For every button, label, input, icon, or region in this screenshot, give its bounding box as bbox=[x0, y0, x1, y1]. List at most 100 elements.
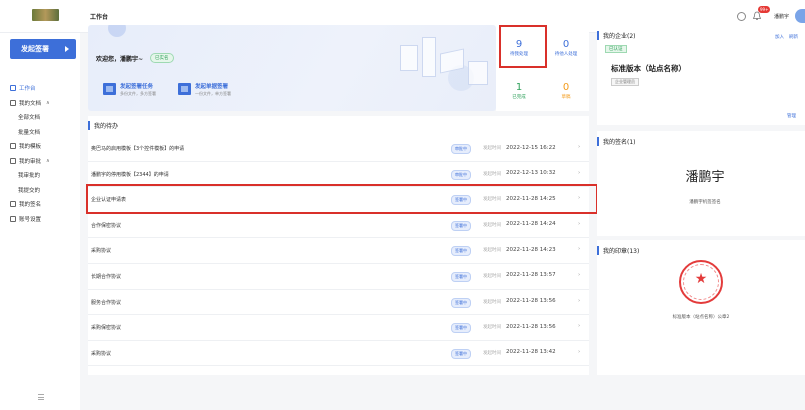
time-label: 发起时间 bbox=[483, 146, 501, 151]
launch-sign-label: 发起签署 bbox=[21, 45, 49, 53]
signature-title: 我的签名(1) bbox=[597, 137, 636, 146]
todo-time: 2022-12-15 16:22 bbox=[506, 144, 556, 151]
todo-row[interactable]: 合作保密协议 签署中 发起时间 2022-11-28 14:24 › bbox=[88, 213, 589, 239]
launch-sign-button[interactable]: 发起签署 bbox=[10, 39, 76, 59]
top-right-tools: 99+ 潘鹏宇 bbox=[736, 6, 805, 26]
seal-caption: 标准版本（站点名称）公章2 bbox=[672, 315, 730, 320]
welcome-greeting: 欢迎您，潘鹏宇~ bbox=[96, 56, 144, 63]
home-icon bbox=[10, 85, 16, 92]
sidebar-item[interactable]: 我的签名 bbox=[0, 197, 80, 212]
time-label: 发起时间 bbox=[483, 325, 501, 331]
verified-badge: 已实名 bbox=[150, 53, 174, 63]
pen-icon bbox=[10, 201, 16, 208]
caret-right-icon bbox=[65, 46, 69, 52]
refresh-link[interactable]: 刷新 bbox=[789, 34, 798, 40]
collapse-menu-icon[interactable] bbox=[38, 394, 44, 400]
sidebar-item[interactable]: 我的审批 ∧ bbox=[0, 154, 80, 169]
folder-icon bbox=[10, 99, 16, 106]
org-name[interactable]: 标准版本（站点名称） bbox=[611, 63, 686, 74]
chevron-right-icon: › bbox=[578, 323, 581, 330]
todo-name: 合作保密协议 bbox=[91, 222, 122, 229]
todo-time: 2022-11-28 13:42 bbox=[506, 349, 556, 356]
status-badge: 签署中 bbox=[451, 348, 471, 359]
sidebar: 发起签署 工作台 我的文档 ∧ 全部文档 批量文档 我的模板 我的审批 ∧ 我审批的 我提交的 我的… bbox=[0, 33, 80, 410]
sidebar-item[interactable]: 我的模板 bbox=[0, 139, 80, 154]
stat-drafts[interactable]: 0 草稿 bbox=[543, 82, 589, 100]
decor-blob bbox=[108, 25, 126, 37]
status-badge: 签署中 bbox=[451, 220, 471, 231]
sidebar-nav: 工作台我的文档 ∧ 全部文档批量文档我的模板我的审批 ∧ 我审批的 我提交的 我的签名账号设… bbox=[0, 81, 80, 226]
join-link[interactable]: 加入 bbox=[775, 34, 784, 40]
app-logo[interactable] bbox=[32, 9, 59, 21]
decor-illustration bbox=[400, 45, 418, 71]
todo-list: 奥巴马的启用模板【3个控件模板】的申请 审批中 发起时间 2022-12-15 16:… bbox=[88, 136, 589, 367]
chevron-right-icon: › bbox=[578, 246, 581, 253]
time-label: 发起时间 bbox=[483, 222, 501, 228]
action-title: 发起单据签署 bbox=[195, 83, 229, 90]
avatar[interactable] bbox=[795, 9, 805, 23]
todo-row[interactable]: 服务合作协议 签署中 发起时间 2022-11-28 13:56 › bbox=[88, 290, 589, 316]
manage-link[interactable]: 管理 bbox=[787, 113, 796, 119]
chevron-right-icon: › bbox=[578, 169, 581, 176]
signature-text: 潘鹏宇 bbox=[685, 170, 725, 185]
chevron-right-icon: › bbox=[578, 271, 581, 278]
stat-pending-others[interactable]: 0 待他人处理 bbox=[543, 39, 589, 57]
sidebar-item[interactable]: 批量文档 bbox=[0, 125, 80, 140]
todo-row[interactable]: 采购保密协议 签署中 发起时间 2022-11-28 13:56 › bbox=[88, 315, 589, 341]
todo-time: 2022-11-28 13:56 bbox=[506, 298, 556, 305]
todo-time: 2022-11-28 13:57 bbox=[506, 272, 556, 279]
status-badge: 审批中 bbox=[451, 169, 471, 180]
todo-row[interactable]: 采购协议 签署中 发起时间 2022-11-28 14:23 › bbox=[88, 238, 589, 264]
action-subtitle: 一份文件，单方签署 bbox=[195, 90, 231, 96]
todo-card: 我的待办 奥巴马的启用模板【3个控件模板】的申请 审批中 发起时间 2022-12-1… bbox=[88, 116, 589, 375]
todo-title: 我的待办 bbox=[88, 121, 118, 130]
todo-row[interactable]: 长期合作协议 签署中 发起时间 2022-11-28 13:57 › bbox=[88, 264, 589, 290]
time-label: 发起时间 bbox=[483, 248, 501, 254]
sidebar-item[interactable]: 我提交的 bbox=[0, 183, 80, 198]
action-single-sign[interactable]: 发起单据签署 一份文件，单方签署 bbox=[178, 80, 231, 98]
time-label: 发起时间 bbox=[483, 171, 501, 177]
todo-time: 2022-12-13 10:32 bbox=[506, 170, 556, 177]
action-multi-sign[interactable]: 发起签署任务 多份文件，多方签署 bbox=[103, 80, 156, 98]
my-company-card: 我的企业(2) 加入 刷新 已认证 标准版本（站点名称） 企业管理员 管理 bbox=[597, 25, 805, 125]
todo-row[interactable]: 采购协议 签署中 发起时间 2022-11-28 13:42 › bbox=[88, 341, 589, 367]
page-title: 工作台 bbox=[90, 14, 109, 21]
chevron-right-icon: › bbox=[578, 297, 581, 304]
auth-tag: 已认证 bbox=[605, 45, 627, 53]
sidebar-item[interactable]: 我审批的 bbox=[0, 168, 80, 183]
chevron-right-icon: › bbox=[578, 348, 581, 355]
help-icon[interactable] bbox=[736, 11, 746, 21]
todo-name: 奥巴马的启用模板【3个控件模板】的申请 bbox=[91, 146, 185, 152]
stat-label: 已完成 bbox=[512, 95, 526, 100]
org-role-tag: 企业管理员 bbox=[611, 78, 639, 86]
stat-label: 草稿 bbox=[561, 95, 571, 100]
time-label: 发起时间 bbox=[483, 273, 501, 279]
sidebar-item[interactable]: 账号设置 bbox=[0, 212, 80, 227]
sidebar-item[interactable]: 全部文档 bbox=[0, 110, 80, 125]
signature-caption: 潘鹏宇机签签名 bbox=[689, 200, 721, 205]
chevron-right-icon: › bbox=[578, 220, 581, 227]
todo-name: 采购保密协议 bbox=[91, 325, 122, 332]
document-icon bbox=[103, 83, 116, 95]
sidebar-item-label: 我的模板 bbox=[19, 144, 42, 151]
todo-name: 长期合作协议 bbox=[91, 273, 122, 280]
my-seal-card: 我的印章(13) ★ 标准版本（站点名称）公章2 bbox=[597, 240, 805, 375]
sidebar-item-label: 我的审批 bbox=[19, 158, 42, 165]
notification-bell-icon[interactable]: 99+ bbox=[752, 6, 771, 21]
document-icon bbox=[178, 83, 191, 95]
sidebar-item[interactable]: 我的文档 ∧ bbox=[0, 96, 80, 111]
time-label: 发起时间 bbox=[483, 299, 501, 305]
sidebar-item-label: 批量文档 bbox=[18, 129, 41, 136]
user-name[interactable]: 潘鹏宇 bbox=[774, 13, 789, 20]
company-seal-icon[interactable]: ★ bbox=[679, 260, 723, 304]
chevron-up-icon: ∧ bbox=[46, 157, 50, 164]
decor-illustration bbox=[422, 37, 436, 77]
decor-illustration bbox=[468, 61, 488, 85]
stat-completed[interactable]: 1 已完成 bbox=[496, 82, 542, 100]
signature-preview[interactable]: 潘鹏宇 潘鹏宇机签签名 bbox=[605, 151, 805, 223]
sidebar-item[interactable]: 工作台 bbox=[0, 81, 80, 96]
sidebar-item-label: 账号设置 bbox=[19, 216, 42, 223]
todo-row[interactable]: 奥巴马的启用模板【3个控件模板】的申请 审批中 发起时间 2022-12-15 16:… bbox=[88, 136, 589, 162]
stat-value: 0 bbox=[562, 82, 570, 93]
sidebar-item-label: 工作台 bbox=[19, 86, 36, 93]
